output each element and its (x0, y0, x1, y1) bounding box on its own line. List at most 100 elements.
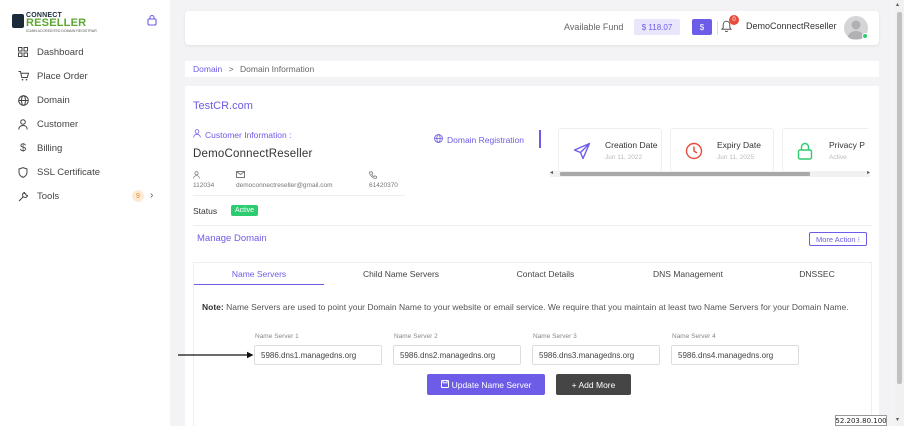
customer-id-cell: 112034 (193, 171, 214, 189)
name-server-1-input[interactable] (254, 345, 382, 365)
name-server-1-field: Name Server 1 (254, 333, 384, 365)
globe-icon (17, 94, 29, 106)
customer-information-label: Customer Information : (205, 129, 292, 140)
sidebar: CONNECT RESELLER ICANN ACCREDITED DOMAIN… (0, 0, 170, 426)
creation-date-value: Jun 11, 2022 (605, 154, 643, 161)
phone-icon (369, 171, 398, 180)
scroll-right-arrow-icon[interactable]: ▸ (867, 169, 870, 176)
more-action-button[interactable]: More Action ⁝ (809, 232, 867, 246)
customer-phone: 61420370 (369, 182, 398, 189)
vertical-divider (539, 130, 541, 148)
lock-icon (797, 142, 813, 165)
vertical-scrollbar-thumb[interactable] (897, 12, 902, 384)
sidebar-item-place-order[interactable]: Place Order (0, 64, 170, 88)
user-icon (193, 129, 201, 140)
sidebar-item-tools[interactable]: Tools 9 › (0, 184, 170, 208)
online-status-dot (862, 33, 868, 39)
ip-address-tooltip: 52.203.80.100 (835, 415, 887, 426)
shield-icon (17, 166, 29, 178)
dollar-icon: $ (19, 142, 27, 154)
tab-dnssec[interactable]: DNSSEC (763, 263, 871, 285)
brand-logo[interactable]: CONNECT RESELLER ICANN ACCREDITED DOMAIN… (12, 12, 97, 33)
grid-icon (17, 46, 29, 58)
lock-icon[interactable] (147, 13, 157, 31)
add-more-button[interactable]: + Add More (556, 374, 631, 395)
sidebar-item-label: Billing (37, 142, 63, 154)
status-badge: Active (231, 205, 259, 216)
sidebar-item-label: SSL Certificate (37, 166, 101, 178)
sidebar-item-label: Place Order (37, 70, 88, 82)
horizontal-scrollbar[interactable]: ◂ ▸ (550, 169, 870, 177)
user-icon (193, 171, 214, 180)
creation-date-title: Creation Date (605, 140, 658, 150)
sidebar-item-label: Dashboard (37, 46, 84, 58)
tab-child-name-servers[interactable]: Child Name Servers (324, 263, 478, 285)
header-username[interactable]: DemoConnectReseller (746, 21, 837, 31)
note-label: Note: (202, 302, 224, 312)
privacy-protection-title: Privacy P (829, 140, 865, 150)
sidebar-item-ssl-certificate[interactable]: SSL Certificate (0, 160, 170, 184)
top-header: Available Fund $ 118.07 $ 0 DemoConnectR… (185, 11, 879, 45)
expiry-date-value: Jun 11, 2025 (717, 154, 755, 161)
customer-email-cell: democonnectreseller@gmail.com (236, 171, 333, 189)
name-server-2-label: Name Server 2 (394, 333, 438, 340)
tab-dns-management[interactable]: DNS Management (613, 263, 763, 285)
add-funds-button[interactable]: $ (692, 19, 712, 35)
scroll-up-arrow-icon[interactable]: ▴ (896, 1, 899, 8)
name-server-1-label: Name Server 1 (255, 333, 299, 340)
manage-domain-title: Manage Domain (197, 233, 267, 244)
info-cards-strip[interactable]: Creation Date Jun 11, 2022 Expiry Date J… (548, 126, 868, 176)
note-text: Name Servers are used to point your Doma… (223, 302, 849, 312)
customer-email[interactable]: democonnectreseller@gmail.com (236, 182, 333, 189)
name-server-4-field: Name Server 4 (671, 333, 801, 365)
customer-divider (193, 195, 405, 196)
cart-icon (17, 70, 29, 82)
manage-divider (193, 225, 872, 226)
sidebar-nav: Dashboard Place Order Domain Customer $ … (0, 40, 170, 208)
name-server-4-input[interactable] (671, 345, 799, 365)
save-icon (440, 379, 449, 390)
arrow-right-icon (178, 351, 254, 359)
name-server-note: Note: Name Servers are used to point you… (202, 301, 866, 313)
tab-name-servers[interactable]: Name Servers (194, 263, 324, 285)
expiry-date-title: Expiry Date (717, 140, 761, 150)
sidebar-item-dashboard[interactable]: Dashboard (0, 40, 170, 64)
wrench-icon (17, 190, 29, 202)
send-icon (573, 142, 591, 165)
name-server-2-input[interactable] (393, 345, 521, 365)
tab-contact-details[interactable]: Contact Details (478, 263, 613, 285)
horizontal-scrollbar-thumb[interactable] (560, 172, 810, 176)
breadcrumb-separator: > (228, 64, 234, 74)
sidebar-item-billing[interactable]: $ Billing (0, 136, 170, 160)
clock-icon (685, 142, 703, 165)
scroll-left-arrow-icon[interactable]: ◂ (550, 169, 553, 176)
chevron-right-icon[interactable]: › (150, 190, 153, 201)
breadcrumb: Domain > Domain Information (185, 61, 879, 77)
sidebar-item-label: Customer (37, 118, 79, 130)
notification-count-badge: 0 (729, 15, 739, 25)
logo-line2: RESELLER (26, 17, 87, 29)
name-server-3-field: Name Server 3 (532, 333, 662, 365)
customer-id: 112034 (193, 182, 215, 189)
sidebar-item-customer[interactable]: Customer (0, 112, 170, 136)
header-divider (717, 21, 718, 35)
update-name-server-label: Update Name Server (451, 379, 532, 390)
scroll-down-arrow-icon[interactable]: ▾ (896, 416, 899, 423)
update-name-server-button[interactable]: Update Name Server (427, 374, 545, 395)
expiry-date-card: Expiry Date Jun 11, 2025 (670, 128, 774, 172)
creation-date-card: Creation Date Jun 11, 2022 (558, 128, 662, 172)
domain-registration-label: Domain Registration (447, 134, 525, 145)
available-fund-value: $ 118.07 (634, 19, 680, 35)
privacy-protection-value: Active (829, 154, 847, 161)
domain-name-title: TestCR.com (193, 100, 253, 112)
logo-mark-icon (12, 14, 24, 28)
name-server-3-input[interactable] (532, 345, 660, 365)
name-server-3-label: Name Server 3 (533, 333, 577, 340)
vertical-scrollbar[interactable]: ▴ ▾ (895, 0, 904, 426)
breadcrumb-domain-link[interactable]: Domain (193, 64, 222, 74)
customer-phone-cell: 61420370 (369, 171, 398, 189)
sidebar-item-label: Domain (37, 94, 70, 106)
domain-registration-link[interactable]: Domain Registration (434, 134, 524, 145)
sidebar-item-domain[interactable]: Domain (0, 88, 170, 112)
name-server-4-label: Name Server 4 (672, 333, 716, 340)
